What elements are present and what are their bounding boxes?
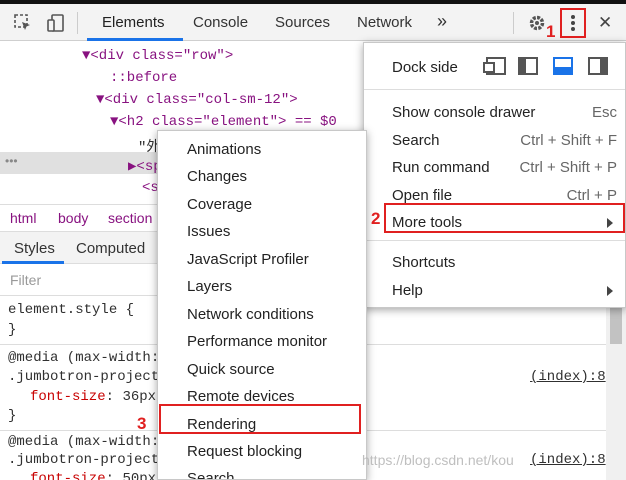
close-devtools-button[interactable]: ✕	[598, 13, 612, 33]
settings-gear-icon[interactable]	[526, 12, 548, 34]
annotation-box-more-tools	[384, 203, 625, 233]
media-query: @media (max-width:	[8, 434, 160, 450]
row-ellipsis[interactable]: •••	[5, 154, 18, 168]
submenu-item-animations[interactable]: Animations	[187, 141, 261, 158]
dock-right-icon[interactable]	[588, 57, 608, 75]
annotation-number: 1	[546, 22, 556, 41]
shortcut-text: Ctrl + Shift + F	[520, 132, 617, 149]
tab-elements[interactable]: Elements	[102, 14, 165, 31]
submenu-item-quick-source[interactable]: Quick source	[187, 361, 275, 378]
menu-item-show-console-drawer[interactable]: Show console drawer	[392, 104, 535, 121]
element-style-rule[interactable]: element.style {	[8, 302, 134, 318]
submenu-item-request-blocking[interactable]: Request blocking	[187, 443, 302, 460]
close-brace: }	[8, 408, 17, 424]
submenu-item-remote-devices[interactable]: Remote devices	[187, 388, 295, 405]
css-selector[interactable]: .jumbotron-project	[8, 369, 159, 385]
close-brace: }	[8, 322, 17, 338]
submenu-item-javascript-profiler[interactable]: JavaScript Profiler	[187, 251, 309, 268]
active-tab-indicator	[87, 38, 183, 41]
device-toolbar-icon[interactable]	[45, 12, 67, 34]
styles-scrollbar[interactable]	[606, 296, 626, 480]
inspect-element-icon[interactable]	[12, 12, 34, 34]
dom-line[interactable]: ▼<div class="row">	[82, 48, 233, 64]
dom-line[interactable]: ::before	[110, 70, 177, 86]
dom-line[interactable]: ▼<div class="col-sm-12">	[96, 92, 298, 108]
tab-network[interactable]: Network	[357, 14, 412, 31]
css-selector[interactable]: .jumbotron-project	[8, 452, 159, 468]
tab-computed[interactable]: Computed	[76, 240, 145, 257]
tab-sources[interactable]: Sources	[275, 14, 330, 31]
active-styles-tab-indicator	[2, 261, 64, 264]
tab-console[interactable]: Console	[193, 14, 248, 31]
submenu-item-search[interactable]: Search	[187, 470, 235, 479]
more-tabs-button[interactable]: »	[437, 11, 447, 32]
breadcrumb-html[interactable]: html	[10, 210, 36, 226]
submenu-item-coverage[interactable]: Coverage	[187, 196, 252, 213]
shortcut-text: Ctrl + Shift + P	[519, 159, 617, 176]
shortcut-text: Ctrl + P	[566, 187, 617, 204]
submenu-item-issues[interactable]: Issues	[187, 223, 230, 240]
dock-left-icon[interactable]	[518, 57, 538, 75]
dock-bottom-icon[interactable]	[553, 57, 573, 75]
tab-styles[interactable]: Styles	[14, 240, 55, 257]
source-link[interactable]: (index):8	[530, 452, 606, 468]
css-property[interactable]: font-size: 36px	[30, 389, 156, 405]
watermark: https://blog.csdn.net/kou	[362, 452, 514, 468]
menu-item-shortcuts[interactable]: Shortcuts	[392, 254, 455, 271]
submenu-item-changes[interactable]: Changes	[187, 168, 247, 185]
breadcrumb-body[interactable]: body	[58, 210, 88, 226]
menu-item-run-command[interactable]: Run command	[392, 159, 490, 176]
menu-item-search[interactable]: Search	[392, 132, 440, 149]
breadcrumb-section[interactable]: section	[108, 210, 152, 226]
menu-item-open-file[interactable]: Open file	[392, 187, 452, 204]
submenu-arrow-icon	[607, 286, 613, 296]
scrollbar-thumb[interactable]	[610, 308, 622, 344]
submenu-item-performance-monitor[interactable]: Performance monitor	[187, 333, 327, 350]
annotation-number: 3	[137, 414, 147, 433]
submenu-item-layers[interactable]: Layers	[187, 278, 232, 295]
dom-line-selected[interactable]: ▼<h2 class="element"> == $0	[110, 114, 337, 130]
dock-side-label: Dock side	[392, 59, 458, 76]
source-link[interactable]: (index):8	[530, 369, 606, 385]
filter-input[interactable]: Filter	[10, 272, 41, 288]
dock-undock-icon[interactable]	[483, 57, 506, 75]
annotation-number: 2	[371, 209, 381, 228]
css-property[interactable]: font-size: 50px	[30, 471, 156, 480]
annotation-box-customize	[560, 8, 586, 38]
submenu-item-network-conditions[interactable]: Network conditions	[187, 306, 314, 323]
shortcut-text: Esc	[591, 104, 617, 121]
media-query: @media (max-width:	[8, 350, 160, 366]
annotation-box-rendering	[159, 404, 361, 434]
customize-devtools-menu: Dock side Show console drawer Esc Search…	[363, 42, 626, 308]
menu-item-help[interactable]: Help	[392, 282, 423, 299]
devtools-toolbar: Elements Console Sources Network » ✕	[0, 4, 626, 41]
